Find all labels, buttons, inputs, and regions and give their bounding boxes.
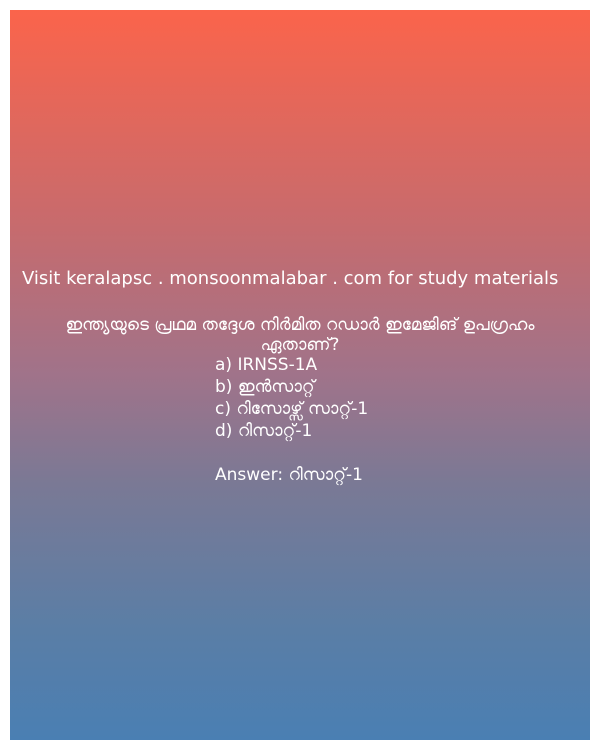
quiz-card: Visit keralapsc . monsoonmalabar . com f… [10, 10, 590, 740]
option-d: d) റിസാറ്റ്-1 [215, 421, 313, 441]
option-c: c) റിസോഴ്സ് സാറ്റ്-1 [215, 399, 369, 419]
question-line-2: ഏതാണ്? [260, 335, 340, 355]
site-promo-text: Visit keralapsc . monsoonmalabar . com f… [22, 268, 559, 289]
option-b: b) ഇൻസാറ്റ് [215, 377, 315, 397]
option-a: a) IRNSS-1A [215, 355, 318, 375]
answer-text: Answer: റിസാറ്റ്-1 [215, 465, 363, 485]
question-line-1: ഇന്ത്യയുടെ പ്രഥമ തദ്ദേശ നിർമിത റഡാർ ഇമേജ… [65, 315, 535, 335]
options-list: a) IRNSS-1A b) ഇൻസാറ്റ് c) റിസോഴ്സ് സാറ്… [215, 354, 368, 486]
question-text: ഇന്ത്യയുടെ പ്രഥമ തദ്ദേശ നിർമിത റഡാർ ഇമേജ… [10, 315, 590, 355]
